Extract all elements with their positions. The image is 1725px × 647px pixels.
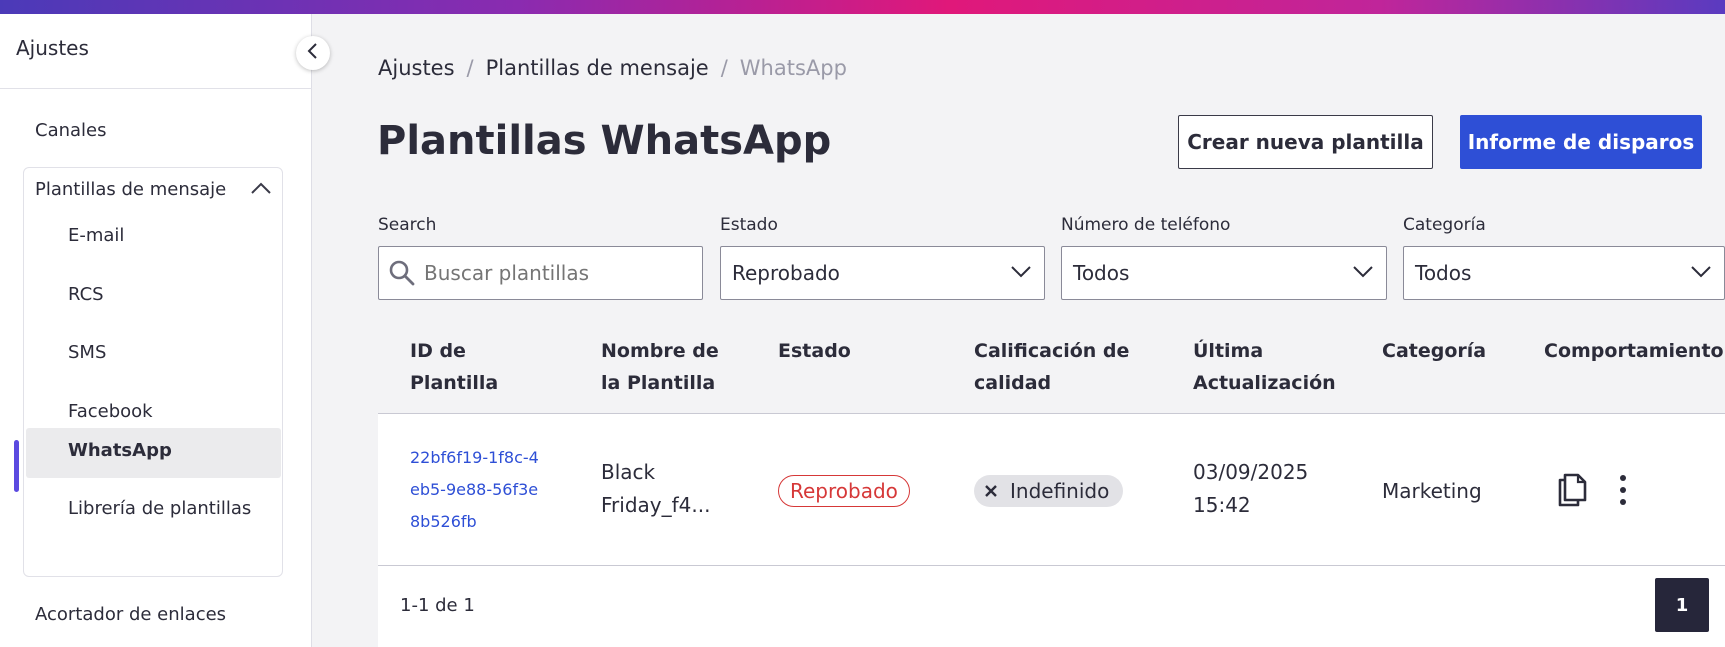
sidebar-item-acortador[interactable]: Acortador de enlaces	[35, 604, 226, 625]
categoria-label: Categoría	[1403, 215, 1486, 235]
sidebar-item-facebook[interactable]: Facebook	[68, 401, 153, 422]
status-badge: Reprobado	[778, 475, 910, 507]
breadcrumb-item-current: WhatsApp	[739, 56, 847, 80]
sidebar-item-libreria[interactable]: Librería de plantillas	[68, 498, 251, 519]
estado-select-value: Reprobado	[732, 261, 840, 285]
close-icon	[984, 484, 998, 498]
breadcrumb-separator: /	[466, 56, 474, 80]
chevron-down-icon	[1690, 264, 1712, 283]
search-label: Search	[378, 215, 437, 235]
sidebar-group-plantillas: Plantillas de mensaje E-mail RCS SMS Fac…	[23, 167, 283, 577]
telefono-label: Número de teléfono	[1061, 215, 1231, 235]
column-header-estado-line1: Estado	[778, 340, 851, 362]
column-header-comportamiento-line1: Comportamiento	[1544, 340, 1724, 362]
column-header-calidad[interactable]: Calificación de calidad	[974, 335, 1129, 399]
table-row: 22bf6f19-1f8c-4eb5-9e88-56f3e8b526fb Bla…	[378, 413, 1725, 566]
copy-icon[interactable]	[1556, 472, 1590, 512]
page-title: Plantillas WhatsApp	[377, 118, 832, 164]
more-options-icon[interactable]	[1619, 474, 1627, 510]
categoria-select-value: Todos	[1415, 261, 1472, 285]
breadcrumb-item-plantillas[interactable]: Plantillas de mensaje	[486, 56, 709, 80]
pagination-summary: 1-1 de 1	[400, 595, 475, 616]
quality-badge: Indefinido	[974, 475, 1124, 507]
sidebar-item-plantillas-de-mensaje[interactable]: Plantillas de mensaje	[35, 179, 226, 200]
template-name-cell: Black Friday_f4...	[601, 460, 711, 517]
sidebar-item-email[interactable]: E-mail	[68, 225, 124, 246]
last-updated-date: 03/09/2025	[1193, 460, 1309, 484]
sidebar-title: Ajustes	[16, 36, 89, 60]
breadcrumb: Ajustes / Plantillas de mensaje / WhatsA…	[378, 56, 847, 80]
search-field[interactable]	[378, 246, 703, 300]
breadcrumb-item-ajustes[interactable]: Ajustes	[378, 56, 455, 80]
column-header-nombre-line1: Nombre de	[601, 340, 719, 362]
column-header-nombre[interactable]: Nombre de la Plantilla	[601, 335, 719, 399]
chevron-up-icon[interactable]	[250, 180, 272, 199]
create-template-button[interactable]: Crear nueva plantilla	[1178, 115, 1433, 169]
column-header-id-line2: Plantilla	[410, 372, 499, 394]
column-header-actualizacion-line1: Última	[1193, 340, 1264, 362]
column-header-actualizacion-line2: Actualización	[1193, 372, 1336, 394]
quality-badge-label: Indefinido	[1010, 479, 1110, 503]
chevron-left-icon	[306, 42, 320, 64]
column-header-id-line1: ID de	[410, 340, 466, 362]
chevron-down-icon	[1352, 264, 1374, 283]
sidebar-item-canales[interactable]: Canales	[35, 120, 107, 141]
categoria-select[interactable]: Todos	[1403, 246, 1725, 300]
sidebar-divider	[0, 88, 312, 89]
telefono-select-value: Todos	[1073, 261, 1130, 285]
column-header-estado[interactable]: Estado	[778, 335, 851, 367]
breadcrumb-separator: /	[720, 56, 728, 80]
column-header-actualizacion[interactable]: Última Actualización	[1193, 335, 1336, 399]
sidebar-item-whatsapp[interactable]: WhatsApp	[68, 440, 172, 461]
settings-sidebar: Ajustes Canales Plantillas de mensaje E-…	[0, 14, 312, 647]
search-icon	[388, 259, 416, 287]
page-button-current[interactable]: 1	[1655, 578, 1709, 632]
table-footer: 1-1 de 1 1	[378, 566, 1725, 647]
chevron-down-icon	[1010, 264, 1032, 283]
sidebar-collapse-button[interactable]	[296, 36, 330, 70]
last-updated-time: 15:42	[1193, 493, 1251, 517]
column-header-categoria-line1: Categoría	[1382, 340, 1487, 362]
estado-label: Estado	[720, 215, 778, 235]
dispatch-report-button[interactable]: Informe de disparos	[1460, 115, 1702, 169]
sidebar-item-sms[interactable]: SMS	[68, 342, 106, 363]
last-updated-cell: 03/09/2025 15:42	[1193, 456, 1308, 522]
top-gradient-bar	[0, 0, 1725, 14]
search-input[interactable]	[424, 261, 702, 285]
column-header-nombre-line2: la Plantilla	[601, 372, 716, 394]
telefono-select[interactable]: Todos	[1061, 246, 1387, 300]
column-header-categoria[interactable]: Categoría	[1382, 335, 1486, 367]
sidebar-active-indicator	[14, 440, 19, 492]
column-header-comportamiento: Comportamiento	[1544, 335, 1724, 367]
template-id-link[interactable]: 22bf6f19-1f8c-4eb5-9e88-56f3e8b526fb	[410, 442, 540, 538]
column-header-calidad-line2: calidad	[974, 372, 1052, 394]
column-header-calidad-line1: Calificación de	[974, 340, 1130, 362]
category-cell: Marketing	[1382, 479, 1482, 503]
column-header-id[interactable]: ID de Plantilla	[410, 335, 498, 399]
sidebar-item-rcs[interactable]: RCS	[68, 284, 104, 305]
estado-select[interactable]: Reprobado	[720, 246, 1045, 300]
